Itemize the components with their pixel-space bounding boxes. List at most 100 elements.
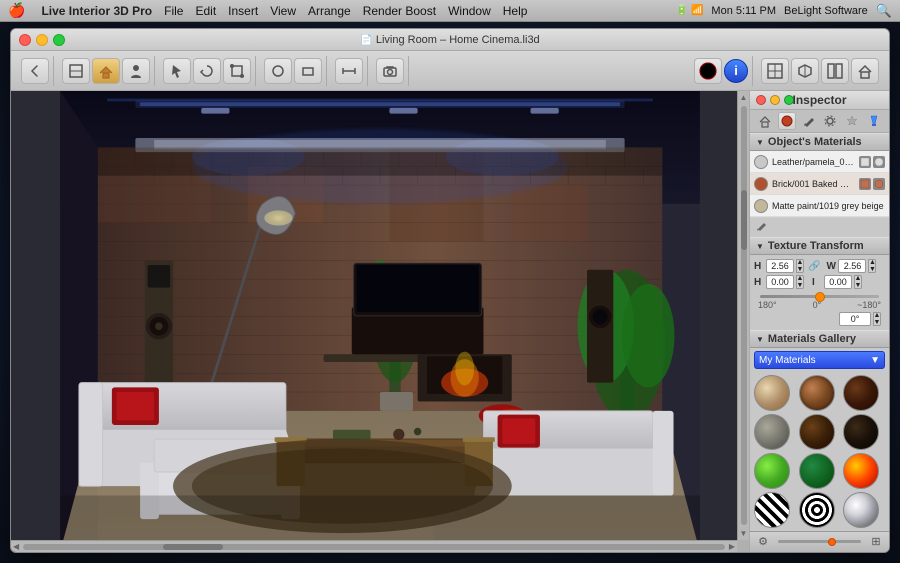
back-button[interactable]: [21, 58, 49, 84]
w-value-input[interactable]: 2.56: [838, 259, 866, 273]
materials-gallery-header: ▼ Materials Gallery: [750, 330, 889, 348]
toolbar-right-group: i: [690, 56, 753, 86]
materials-gallery-grid: [750, 372, 889, 531]
apple-menu[interactable]: 🍎: [8, 2, 25, 19]
rotate-tool[interactable]: [193, 58, 221, 84]
inspector-bottom-toolbar: ⚙ ⊞: [750, 531, 889, 552]
select-tool[interactable]: [163, 58, 191, 84]
menu-file[interactable]: File: [164, 4, 183, 18]
window-controls: [19, 34, 65, 46]
menu-render[interactable]: Render Boost: [363, 4, 436, 18]
scroll-down-arrow[interactable]: ▼: [740, 527, 748, 540]
inspector-title-text: Inspector: [792, 93, 846, 107]
app-name[interactable]: Live Interior 3D Pro: [41, 4, 152, 18]
material-item-matte[interactable]: Matte paint/1019 grey beige: [750, 195, 889, 217]
info-button[interactable]: i: [724, 59, 748, 83]
h-stepper[interactable]: ▲▼: [796, 259, 804, 273]
camera-tool[interactable]: [376, 58, 404, 84]
menu-window[interactable]: Window: [448, 4, 491, 18]
materials-button[interactable]: [694, 58, 722, 84]
menu-insert[interactable]: Insert: [228, 4, 258, 18]
3d-toggle[interactable]: [791, 58, 819, 84]
h-label: H: [754, 261, 764, 272]
gallery-swatch-fire[interactable]: [843, 453, 879, 489]
offset-x-stepper[interactable]: ▲▼: [796, 275, 804, 289]
rect-tool[interactable]: [294, 58, 322, 84]
gallery-swatch-dark-brown[interactable]: [799, 414, 835, 450]
inspector-gear-button[interactable]: ⚙: [754, 534, 772, 550]
resize-tool[interactable]: [223, 58, 251, 84]
gallery-swatch-zebra[interactable]: [754, 492, 790, 528]
inspector-close-button[interactable]: [756, 95, 766, 105]
h-value-input[interactable]: 2.56: [766, 259, 794, 273]
viewport-scrollbar-vertical[interactable]: ▲ ▼: [737, 91, 749, 540]
2d-toggle[interactable]: [761, 58, 789, 84]
angle-thumb[interactable]: [815, 292, 825, 302]
offset-x-input[interactable]: 0.00: [766, 275, 794, 289]
toolbar-tools-group: [159, 56, 256, 86]
angle-stepper[interactable]: ▲▼: [873, 312, 881, 326]
w-label: W: [826, 261, 836, 272]
gallery-swatch-concrete[interactable]: [754, 414, 790, 450]
gallery-swatch-chrome[interactable]: [843, 492, 879, 528]
toolbar-camera-group: [372, 56, 409, 86]
gallery-swatch-pattern[interactable]: [799, 492, 835, 528]
menu-arrange[interactable]: Arrange: [308, 4, 351, 18]
gallery-swatch-dark-green[interactable]: [799, 453, 835, 489]
window-title: 📄 Living Room – Home Cinema.li3d: [360, 34, 539, 46]
inspector-tab-pencil[interactable]: [800, 112, 818, 130]
close-button[interactable]: [19, 34, 31, 46]
toolbar: i: [11, 51, 889, 91]
w-stepper[interactable]: ▲▼: [868, 259, 876, 273]
inspector-tab-material[interactable]: [778, 112, 796, 130]
angle-slider[interactable]: [760, 295, 879, 298]
scroll-right-arrow[interactable]: ▶: [727, 542, 737, 551]
split-toggle[interactable]: [821, 58, 849, 84]
menu-help[interactable]: Help: [503, 4, 528, 18]
measure-tool[interactable]: [335, 58, 363, 84]
material-item-brick[interactable]: Brick/001 Baked Brick: [750, 173, 889, 195]
gallery-swatch-dark-wood[interactable]: [843, 375, 879, 411]
gallery-swatch-green[interactable]: [754, 453, 790, 489]
pencil-icon[interactable]: [756, 220, 768, 232]
inspector-tab-house[interactable]: [756, 112, 774, 130]
inspector-tab-paint[interactable]: [865, 112, 883, 130]
offset-y-input[interactable]: 0.00: [824, 275, 852, 289]
search-icon[interactable]: 🔍: [876, 3, 892, 19]
gallery-swatch-black[interactable]: [843, 414, 879, 450]
inspector-tab-star[interactable]: [843, 112, 861, 130]
house-view-button[interactable]: [92, 58, 120, 84]
menu-view[interactable]: View: [270, 4, 296, 18]
menu-edit[interactable]: Edit: [195, 4, 216, 18]
content-area: ◀ ▶ ▲ ▼: [11, 91, 889, 552]
minimize-button[interactable]: [36, 34, 48, 46]
window-titlebar: 📄 Living Room – Home Cinema.li3d: [11, 29, 889, 51]
person-view-button[interactable]: [122, 58, 150, 84]
home-toggle[interactable]: [851, 58, 879, 84]
material-name-leather: Leather/pamela_09014: [772, 157, 855, 167]
viewport-scrollbar-horizontal[interactable]: ◀ ▶: [11, 540, 737, 552]
offset-y-stepper[interactable]: ▲▼: [854, 275, 862, 289]
inspector-tab-gear[interactable]: [821, 112, 839, 130]
maximize-button[interactable]: [53, 34, 65, 46]
gallery-dropdown[interactable]: My Materials ▼: [754, 351, 885, 368]
offset-y-label: I: [812, 277, 822, 288]
zoom-slider-thumb[interactable]: [828, 538, 836, 546]
gallery-swatch-brown-rough[interactable]: [799, 375, 835, 411]
viewport-3d[interactable]: ◀ ▶ ▲ ▼: [11, 91, 749, 552]
circle-tool[interactable]: [264, 58, 292, 84]
inspector-grid-button[interactable]: ⊞: [867, 534, 885, 550]
scroll-up-arrow[interactable]: ▲: [740, 91, 748, 104]
scroll-left-arrow[interactable]: ◀: [11, 542, 21, 551]
angle-value-input[interactable]: 0°: [839, 312, 871, 326]
texture-hw-row: H 2.56 ▲▼ 🔗 W 2.56 ▲▼: [754, 259, 885, 273]
2d-view-button[interactable]: [62, 58, 90, 84]
inspector-zoom-slider[interactable]: [778, 540, 861, 543]
texture-transform-header: ▼ Texture Transform: [750, 237, 889, 255]
inspector-min-button[interactable]: [770, 95, 780, 105]
inspector-max-button[interactable]: [784, 95, 794, 105]
objects-materials-header: ▼ Object's Materials: [750, 133, 889, 151]
material-item-leather[interactable]: Leather/pamela_09014: [750, 151, 889, 173]
gallery-swatch-beige[interactable]: [754, 375, 790, 411]
pencil-row: [750, 218, 889, 237]
